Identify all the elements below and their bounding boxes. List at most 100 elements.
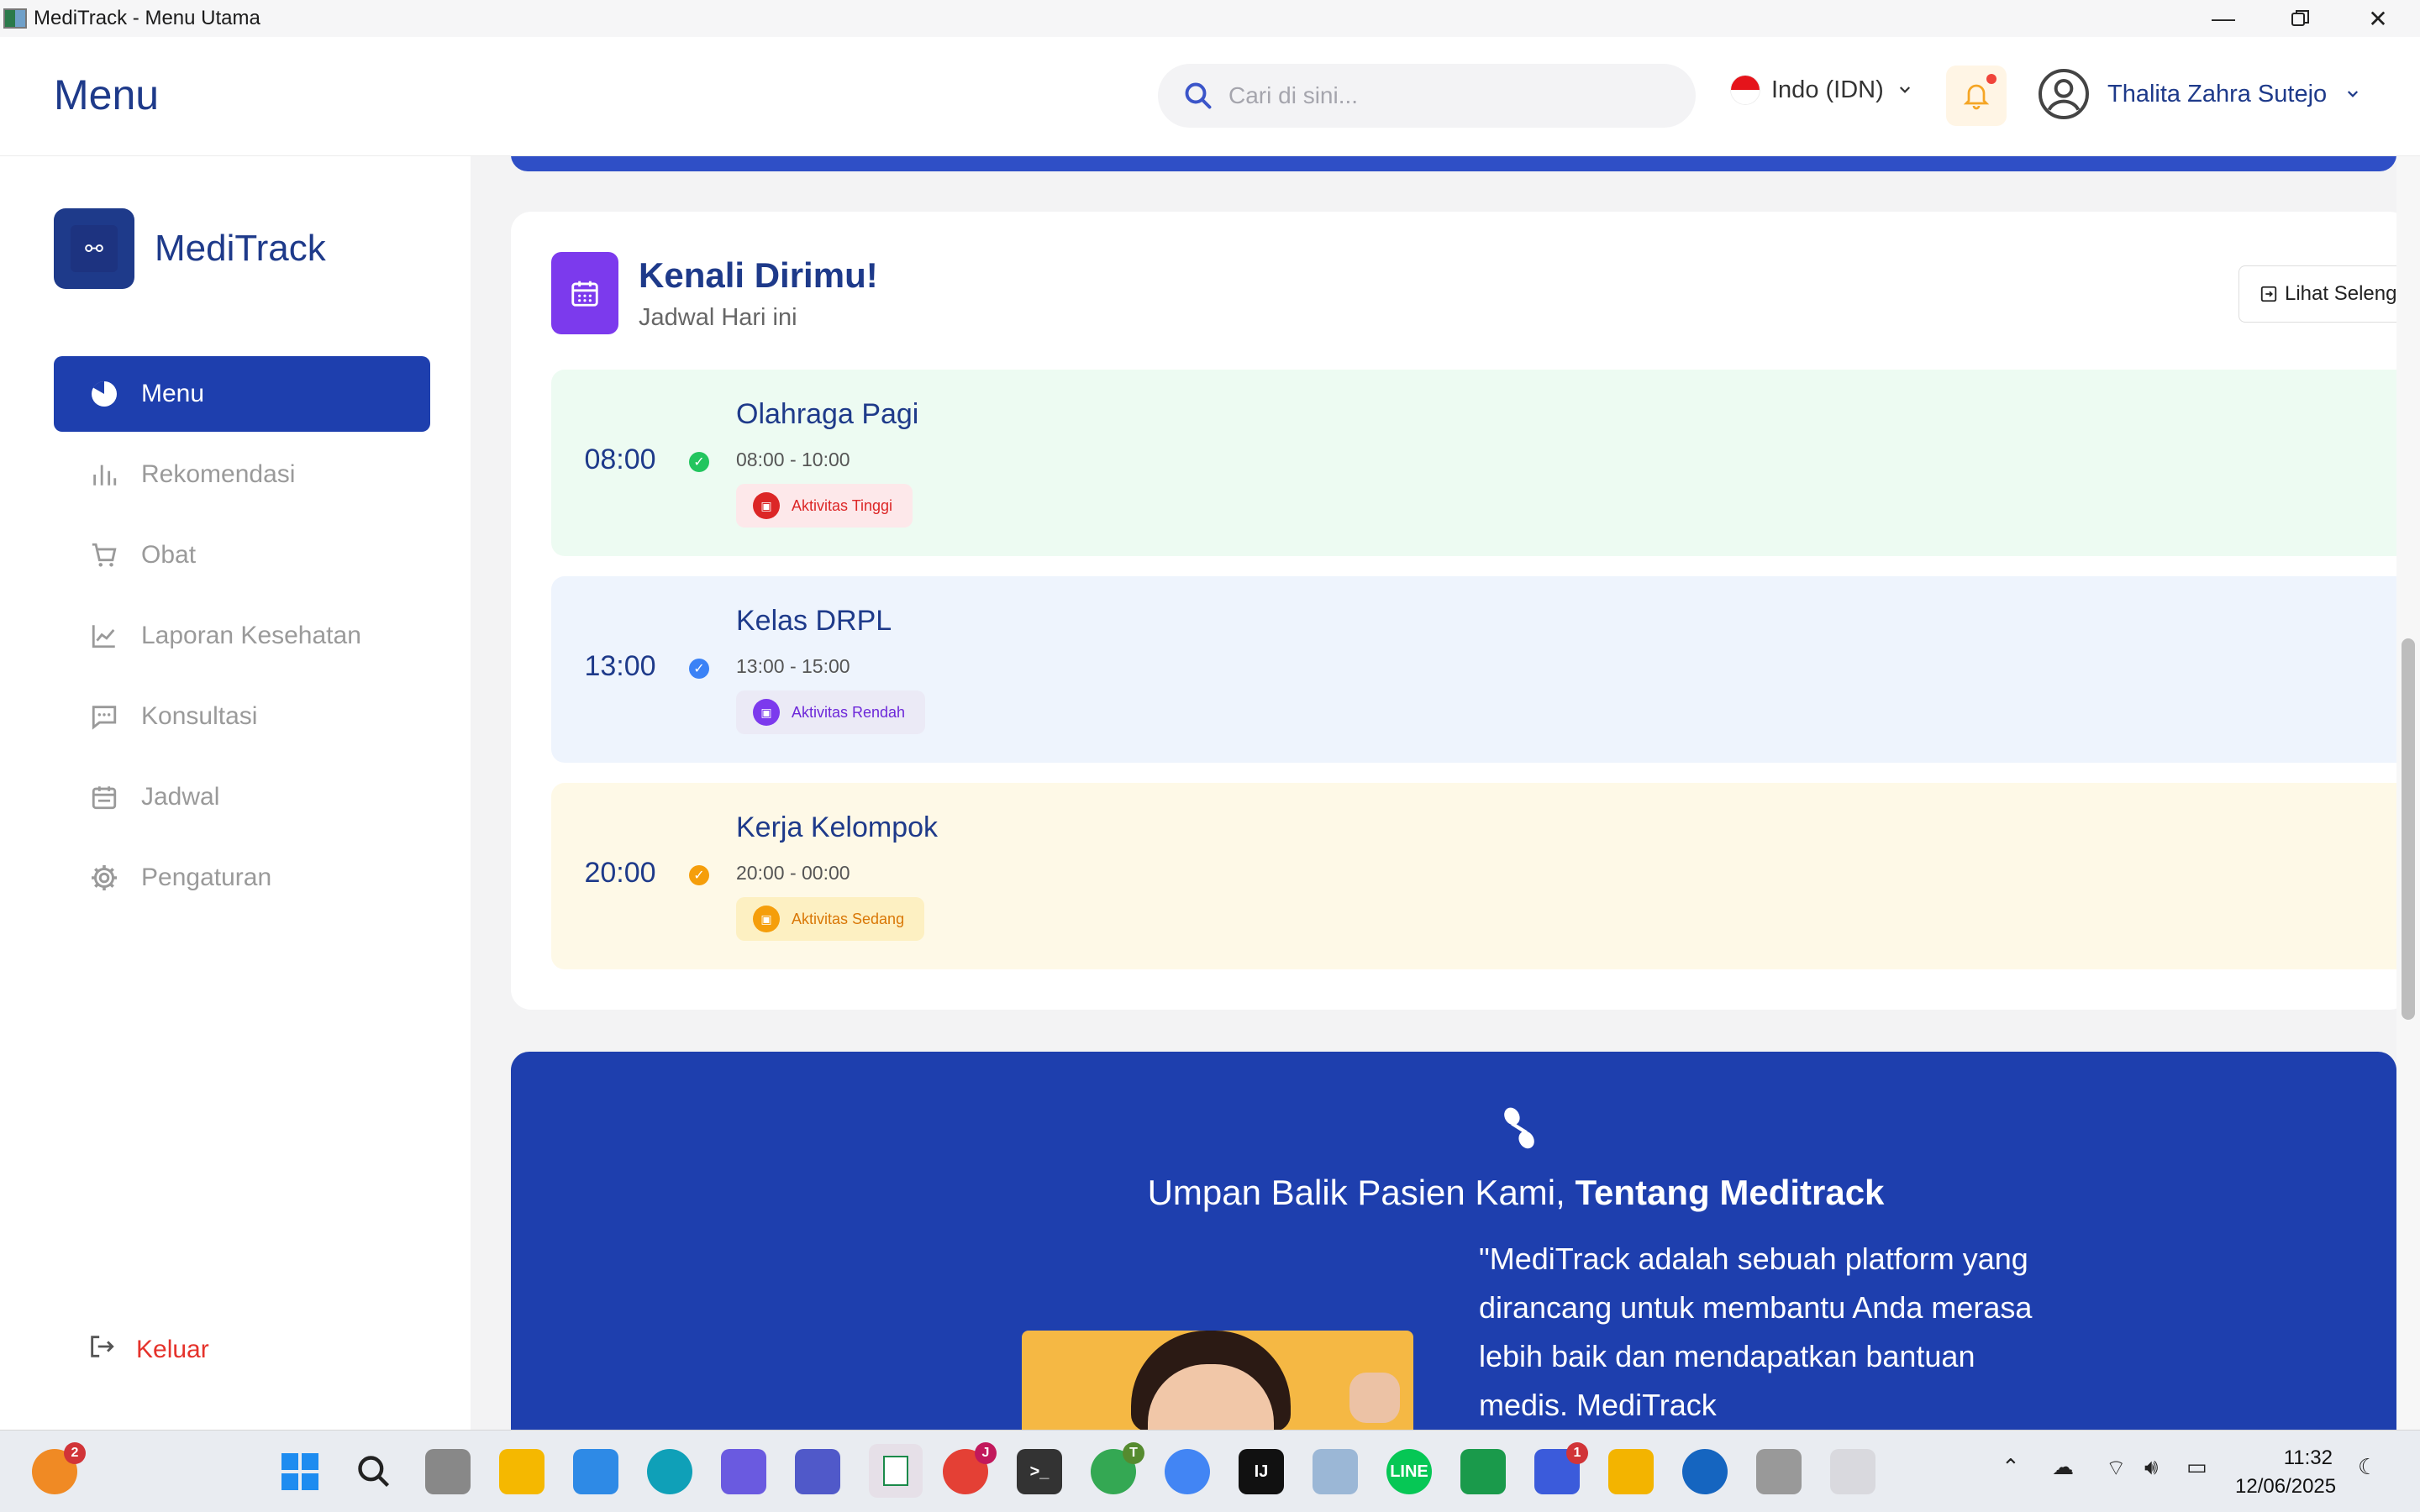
calendar-icon <box>551 252 618 334</box>
edge-icon[interactable] <box>647 1449 692 1494</box>
terminal-icon[interactable]: >_ <box>1017 1449 1062 1494</box>
schedule-item[interactable]: 08:00 ✓ Olahraga Pagi 08:00 - 10:00 ▣ Ak… <box>551 370 2396 556</box>
bell-icon <box>1963 84 1990 110</box>
language-label: Indo (IDN) <box>1771 76 1884 103</box>
teams-icon[interactable] <box>795 1449 840 1494</box>
sidebar-item-menu[interactable]: Menu <box>54 356 430 432</box>
activity-badge: ▣ Aktivitas Tinggi <box>736 484 913 528</box>
logout-button[interactable]: Keluar <box>87 1332 209 1368</box>
meditrack-app-icon[interactable] <box>869 1444 923 1498</box>
store-icon[interactable] <box>1608 1449 1654 1494</box>
pie-chart-icon <box>87 377 121 411</box>
user-menu[interactable]: Thalita Zahra Sutejo <box>2037 67 2360 121</box>
search-bar[interactable] <box>1158 64 1696 128</box>
line-icon[interactable]: LINE <box>1386 1449 1432 1494</box>
sidebar-item-pengaturan[interactable]: Pengaturan <box>54 840 430 916</box>
top-header: Menu Indo (IDN) Thalita Zahra Sutejo <box>0 37 2420 156</box>
meditrack-logo-icon: ⚯ <box>54 208 134 289</box>
schedule-range: 08:00 - 10:00 <box>736 449 850 470</box>
scrollbar-thumb[interactable] <box>2402 638 2415 1020</box>
see-more-button[interactable]: Lihat Seleng <box>2238 265 2396 323</box>
schedule-card-header: Kenali Dirimu! Jadwal Hari ini <box>551 252 878 334</box>
chrome-icon[interactable]: J <box>943 1442 997 1494</box>
activity-icon: ▣ <box>753 492 780 519</box>
activity-label: Aktivitas Rendah <box>792 703 906 721</box>
sidebar-item-rekomendasi[interactable]: Rekomendasi <box>54 437 430 512</box>
clock-time: 11:32 <box>2283 1446 2333 1469</box>
search-icon[interactable] <box>351 1449 397 1494</box>
top-banner-edge <box>511 156 2396 171</box>
schedule-item[interactable]: 13:00 ✓ Kelas DRPL 13:00 - 15:00 ▣ Aktiv… <box>551 576 2396 763</box>
schedule-card-subtitle: Jadwal Hari ini <box>639 303 797 331</box>
cloud-icon[interactable]: ☁ <box>2052 1454 2074 1480</box>
sidebar-item-konsultasi[interactable]: Konsultasi <box>54 679 430 754</box>
schedule-range: 13:00 - 15:00 <box>736 655 850 677</box>
calendar-icon <box>87 780 121 814</box>
app-icon[interactable]: 1 <box>1534 1442 1588 1494</box>
notifications-icon[interactable]: ☾ <box>2358 1454 2377 1480</box>
bar-chart-icon <box>87 458 121 491</box>
chrome-icon[interactable]: T <box>1091 1442 1144 1494</box>
chevron-down-icon <box>1899 87 1910 93</box>
brand: ⚯ MediTrack <box>54 208 326 289</box>
schedule-time: 20:00 <box>584 857 656 889</box>
vpn-icon[interactable] <box>1682 1449 1728 1494</box>
start-icon[interactable] <box>277 1449 323 1494</box>
chat-icon <box>87 700 121 733</box>
user-name: Thalita Zahra Sutejo <box>2107 80 2328 108</box>
sidebar-item-label: Pengaturan <box>141 864 272 891</box>
browser-app-icon[interactable] <box>1830 1449 1876 1494</box>
sheets-icon[interactable] <box>1460 1449 1506 1494</box>
avatar-icon <box>2039 69 2089 119</box>
schedule-time: 08:00 <box>584 444 656 475</box>
photos-icon[interactable] <box>1313 1449 1358 1494</box>
schedule-item[interactable]: 20:00 ✓ Kerja Kelompok 20:00 - 00:00 ▣ A… <box>551 783 2396 969</box>
activity-badge: ▣ Aktivitas Rendah <box>736 690 926 734</box>
sidebar-item-label: Obat <box>141 541 197 569</box>
schedule-name: Kerja Kelompok <box>736 811 939 843</box>
copilot-icon[interactable] <box>721 1449 766 1494</box>
sidebar-item-label: Rekomendasi <box>141 460 296 488</box>
windows-taskbar: 2 J >_ T IJ LINE 1 ⌃ ☁ ⌔ 🔊︎ ▭ 11:32 12/0… <box>0 1430 2420 1512</box>
chevron-down-icon <box>2348 91 2359 97</box>
sidebar-item-label: Konsultasi <box>141 702 258 730</box>
chrome-icon[interactable] <box>1165 1449 1210 1494</box>
check-icon: ✓ <box>689 659 709 679</box>
sidebar-item-label: Menu <box>141 380 205 407</box>
brand-name: MediTrack <box>155 228 326 269</box>
feedback-title-regular: Umpan Balik Pasien Kami, <box>1147 1173 1576 1212</box>
notification-button[interactable] <box>1946 66 2007 126</box>
activity-icon: ▣ <box>753 699 780 726</box>
see-more-label: Lihat Seleng <box>2285 282 2396 305</box>
file-explorer-icon[interactable] <box>499 1449 544 1494</box>
microsoft365-icon[interactable] <box>573 1449 618 1494</box>
sidebar-item-jadwal[interactable]: Jadwal <box>54 759 430 835</box>
search-input[interactable] <box>1228 82 1665 109</box>
chrome-profile-badge: T <box>1123 1442 1144 1464</box>
gear-icon <box>87 861 121 895</box>
volume-icon[interactable]: 🔊︎ <box>2144 1454 2158 1481</box>
wifi-icon[interactable]: ⌔ <box>2106 1454 2126 1482</box>
feedback-title-bold: Tentang Meditrack <box>1575 1173 1885 1212</box>
main-scrollbar[interactable] <box>2396 156 2420 1430</box>
logout-label: Keluar <box>136 1336 209 1363</box>
sidebar-item-obat[interactable]: Obat <box>54 517 430 593</box>
check-icon: ✓ <box>689 865 709 885</box>
taskbar-clock[interactable]: 11:32 12/06/2025 <box>2235 1444 2336 1501</box>
sidebar-item-label: Laporan Kesehatan <box>141 622 361 649</box>
activity-icon: ▣ <box>753 906 780 932</box>
minimize-button[interactable]: — <box>2185 0 2262 37</box>
database-icon[interactable] <box>1756 1449 1802 1494</box>
cart-icon <box>87 538 121 572</box>
task-view-icon[interactable] <box>425 1449 471 1494</box>
open-icon <box>2260 286 2277 302</box>
intellij-icon[interactable]: IJ <box>1239 1449 1284 1494</box>
weather-widget-icon[interactable]: 2 <box>32 1442 86 1494</box>
restore-button[interactable] <box>2262 0 2339 37</box>
sidebar-item-laporan-kesehatan[interactable]: Laporan Kesehatan <box>54 598 430 674</box>
battery-icon[interactable]: ▭ <box>2186 1454 2207 1480</box>
language-selector[interactable]: Indo (IDN) <box>1731 76 1912 104</box>
chevron-up-icon[interactable]: ⌃ <box>2002 1454 2020 1480</box>
schedule-range: 20:00 - 00:00 <box>736 862 850 884</box>
close-button[interactable]: ✕ <box>2339 0 2417 37</box>
